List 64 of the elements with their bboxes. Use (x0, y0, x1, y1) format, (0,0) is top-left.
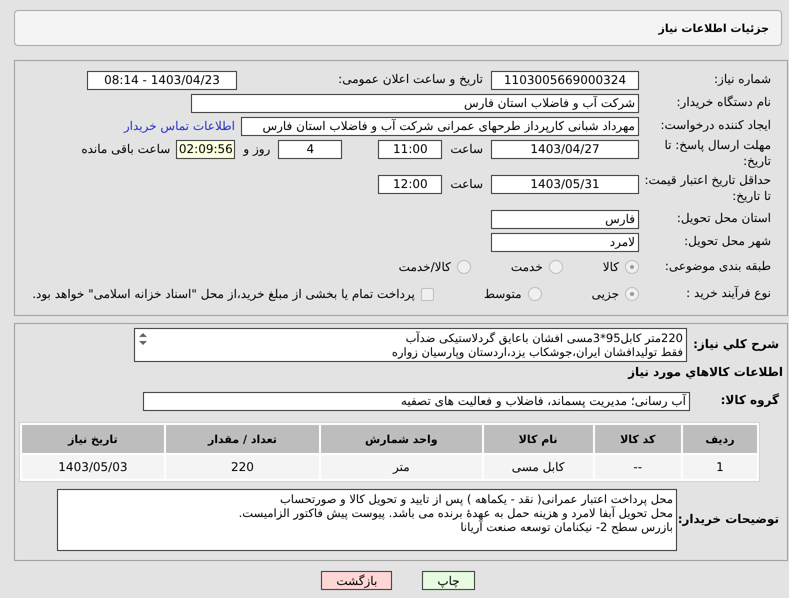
table-cell: متر (321, 455, 482, 479)
input-field[interactable]: 12:00 (378, 174, 442, 194)
input-field[interactable]: شرکت آب و فاضلاب استان فارس (191, 94, 639, 112)
field-label: مهلت ارسال پاسخ: تا تاریخ: (663, 138, 772, 170)
days-label: روز و (243, 142, 270, 156)
time-label: ساعت (450, 177, 483, 191)
radio-button[interactable] (625, 287, 639, 301)
radio-button[interactable] (548, 260, 563, 274)
input-field[interactable]: آب رسانی؛ مدیریت پسماند، فاضلاب و فعالیت های تصفیه (143, 392, 690, 410)
description-text: 220متر کابل95*3مسی افشان باعایق گردلاستیکی ضدآب فقط تولیدافشان ایران،جوشکاب یزد،اردستان وپارسیان زواره (392, 331, 683, 359)
print-button[interactable]: چاپ (422, 571, 475, 590)
field-label: شماره نیاز: (713, 72, 772, 88)
back-button[interactable]: بازگشت (321, 571, 392, 590)
field-label: شهر محل تحویل: (683, 234, 772, 250)
input-field[interactable]: 1103005669000324 (491, 70, 639, 90)
column-header: تاریخ نیاز (22, 425, 164, 453)
field-label: تاریخ و ساعت اعلان عمومی: (337, 72, 484, 88)
input-field[interactable]: لامرد (491, 232, 639, 252)
radio-label: جزیی (592, 287, 619, 301)
table-cell: کابل مسی (484, 455, 593, 479)
field-label: نام دستگاه خریدار: (676, 95, 772, 111)
input-field[interactable]: 4 (278, 140, 342, 158)
time-label: ساعت (450, 142, 483, 156)
column-header: تعداد / مقدار (166, 425, 320, 453)
input-field[interactable]: 1403/04/23 - 08:14 (87, 70, 237, 90)
field-label: نوع فرآیند خرید : (685, 286, 772, 302)
page-title: جزئیات اطلاعات نیاز (14, 10, 782, 46)
field-label: استان محل تحویل: (676, 211, 772, 227)
table-cell: 1403/05/03 (22, 455, 164, 479)
input-field[interactable]: 11:00 (378, 140, 442, 158)
input-field[interactable]: مهرداد شبانی کارپرداز طرحهای عمرانی شرکت آب و فاضلاب استان فارس (241, 116, 639, 136)
notes-text: محل پرداخت اعتبار عمرانی( نقد - یکماهه ) پس از تایید و تحویل کالا و صورتحساب محل تحویل آبفا لامرد و هزینه حمل به عهدهٔ برنده می باشد. پیوست پیش فاکتور الزامیست. بازرس سطح 2- نیکنامان توسعه صنعت آریانا (238, 492, 673, 536)
input-field[interactable]: 1403/05/31 (491, 174, 639, 194)
countdown-field: 02:09:56 (176, 140, 236, 158)
checkbox[interactable] (420, 288, 434, 300)
radio-label: کالا/خدمت (398, 260, 451, 274)
field-label: گروه کالا: (720, 393, 780, 409)
radio-button[interactable] (625, 260, 639, 274)
column-header: نام کالا (484, 425, 593, 453)
radio-button[interactable] (528, 287, 542, 301)
section-heading: اطلاعات کالاهاي مورد نياز (628, 365, 784, 379)
table-cell: -- (594, 455, 681, 479)
input-field[interactable]: فارس (491, 210, 639, 228)
table-cell: 220 (166, 455, 320, 479)
radio-label: متوسط (484, 287, 522, 301)
radio-label: خدمت (510, 260, 543, 274)
field-label: طبقه بندی موضوعی: (664, 259, 772, 275)
column-header: کد کالا (594, 425, 681, 453)
field-label: توضیحات خریدار: (677, 512, 780, 528)
text-area[interactable]: محل پرداخت اعتبار عمرانی( نقد - یکماهه ) پس از تایید و تحویل کالا و صورتحساب محل تحویل آبفا لامرد و هزینه حمل به عهدهٔ برنده می باشد. پیوست پیش فاکتور الزامیست. بازرس سطح 2- نیکنامان توسعه صنعت آریانا (57, 489, 677, 551)
checkbox-label: پرداخت تمام یا بخشی از مبلغ خرید،از محل "اسناد خزانه اسلامی" خواهد بود. (32, 287, 415, 301)
column-header: واحد شمارش (321, 425, 482, 453)
contact-link[interactable]: اطلاعات تماس خریدار (124, 119, 235, 133)
field-label: ایجاد کننده درخواست: (659, 118, 772, 134)
radio-button[interactable] (456, 260, 471, 274)
text-area[interactable]: 220متر کابل95*3مسی افشان باعایق گردلاستیکی ضدآب فقط تولیدافشان ایران،جوشکاب یزد،اردستان وپارسیان زواره (134, 328, 687, 362)
remaining-label: ساعت باقی مانده (81, 142, 170, 156)
scroll-arrows-icon (138, 331, 148, 347)
column-header: ردیف (682, 425, 757, 453)
input-field[interactable]: 1403/04/27 (491, 140, 639, 158)
table-cell: 1 (682, 455, 757, 479)
radio-label: کالا (602, 260, 619, 274)
field-label: حداقل تاریخ اعتبار قیمت: تا تاریخ: (643, 173, 772, 204)
field-label: شرح کلي نياز: (692, 337, 780, 353)
